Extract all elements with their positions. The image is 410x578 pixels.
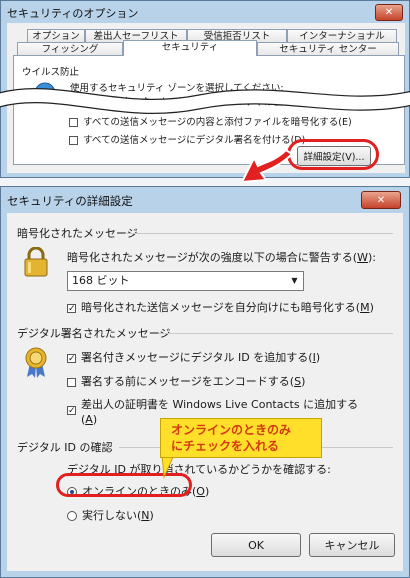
checkbox-sign-all[interactable]: すべての送信メッセージにデジタル署名を付ける(D) [69,132,305,146]
dialog-title: セキュリティの詳細設定 [7,194,133,208]
encrypted-section-title: 暗号化されたメッセージ [17,227,138,240]
torn-edge [0,88,410,114]
checkbox-box[interactable] [67,303,76,313]
checkbox-encode-before-sign[interactable]: 署名する前にメッセージをエンコードする(S) [67,373,305,389]
close-button[interactable]: ✕ [375,4,403,21]
tab-phishing[interactable]: フィッシング [17,42,123,56]
strength-select[interactable]: 168 ビット ▼ [67,271,304,291]
checkbox-box[interactable] [67,377,76,387]
chevron-down-icon: ▼ [291,276,298,285]
tab-options[interactable]: オプション [27,29,85,43]
virus-heading: ウイルス防止 [22,67,80,78]
certificate-seal-icon [25,347,47,378]
checkbox-encrypt-self[interactable]: 暗号化された送信メッセージを自分向けにも暗号化する(M) [67,299,374,315]
padlock-icon [24,247,48,277]
advanced-security-dialog: セキュリティの詳細設定 ✕ 暗号化されたメッセージ 暗号化されたメッセージが次の… [0,186,410,578]
dialog-close-button[interactable]: ✕ [361,191,401,209]
ok-button[interactable]: OK [211,533,301,557]
callout-pointer [161,455,175,479]
close-icon: ✕ [384,7,394,18]
down-arrow-icon [240,148,294,184]
checkbox-encrypt-attachments[interactable]: すべての送信メッセージの内容と添付ファイルを暗号化する(E) [69,114,352,128]
tab-security[interactable]: セキュリティ [123,40,257,56]
divider [159,333,393,334]
dialog-client: 暗号化されたメッセージ 暗号化されたメッセージが次の強度以下の場合に警告する(W… [7,213,403,571]
signed-section-title: デジタル署名されたメッセージ [17,327,171,340]
radio-button[interactable] [67,511,77,521]
divider [125,233,393,234]
instruction-callout: オンラインのときのみ にチェックを入れる [160,418,322,458]
close-icon: ✕ [376,194,386,206]
tab-international[interactable]: インターナショナル [287,29,397,43]
highlight-advanced-button [287,139,379,170]
cancel-button[interactable]: キャンセル [309,533,395,557]
checkbox-box[interactable] [67,353,76,363]
window-title: セキュリティのオプション [7,7,139,20]
checkbox-box[interactable] [69,118,78,127]
radio-never[interactable]: 実行しない(N) [67,507,154,523]
checkbox-add-digital-id[interactable]: 署名付きメッセージにデジタル ID を追加する(I) [67,349,320,365]
warn-strength-label: 暗号化されたメッセージが次の強度以下の場合に警告する(W): [67,251,376,264]
checkbox-box[interactable] [69,136,78,145]
tab-security-center[interactable]: セキュリティ センター [257,42,399,56]
checkbox-box[interactable] [67,406,76,415]
revocation-section-title: デジタル ID の確認 [17,441,113,454]
